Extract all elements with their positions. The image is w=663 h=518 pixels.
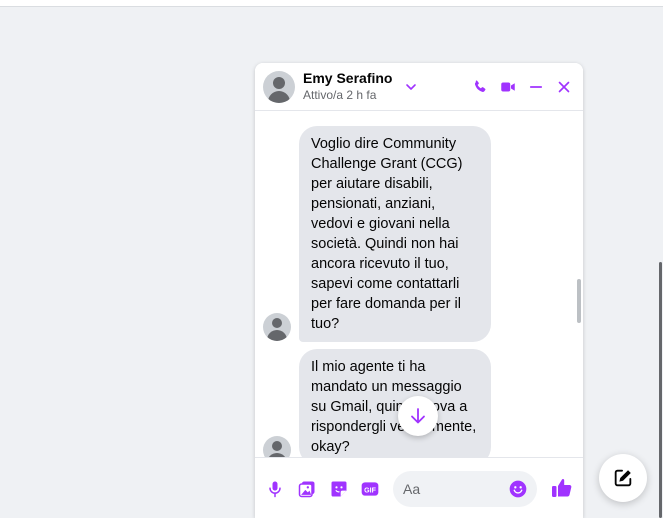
- composer: GIF: [255, 457, 583, 518]
- microphone-icon[interactable]: [264, 478, 286, 500]
- gif-label: GIF: [364, 486, 376, 494]
- close-icon[interactable]: [555, 78, 573, 96]
- message-bubble[interactable]: Il mio agente ti ha mandato un messaggio…: [299, 349, 491, 457]
- sticker-icon[interactable]: [328, 478, 350, 500]
- page-scrollbar[interactable]: [659, 262, 662, 518]
- message-bubble[interactable]: Voglio dire Community Challenge Grant (C…: [299, 126, 491, 342]
- chevron-down-icon[interactable]: [404, 80, 418, 94]
- thumbs-up-icon[interactable]: [550, 476, 574, 500]
- minimize-icon[interactable]: [527, 78, 545, 96]
- gif-icon[interactable]: GIF: [359, 478, 381, 500]
- sender-avatar[interactable]: [263, 313, 291, 341]
- compose-icon: [614, 469, 632, 487]
- scroll-to-bottom-button[interactable]: [398, 396, 438, 436]
- message-input[interactable]: [403, 471, 503, 507]
- chat-window: Emy Serafino Attivo/a 2 h fa Voglio dire…: [255, 63, 583, 518]
- contact-name[interactable]: Emy Serafino: [303, 70, 392, 86]
- contact-avatar[interactable]: [263, 71, 295, 103]
- top-bar: [0, 0, 663, 7]
- message-scrollbar[interactable]: [577, 279, 581, 323]
- emoji-icon[interactable]: [508, 479, 528, 499]
- image-icon[interactable]: [296, 478, 318, 500]
- new-message-button[interactable]: [599, 454, 647, 502]
- message-input-box[interactable]: [393, 471, 537, 507]
- sender-avatar[interactable]: [263, 436, 291, 457]
- arrow-down-icon: [411, 408, 425, 424]
- contact-status: Attivo/a 2 h fa: [303, 88, 377, 102]
- phone-icon[interactable]: [471, 78, 489, 96]
- chat-header: Emy Serafino Attivo/a 2 h fa: [255, 63, 583, 111]
- video-icon[interactable]: [499, 78, 517, 96]
